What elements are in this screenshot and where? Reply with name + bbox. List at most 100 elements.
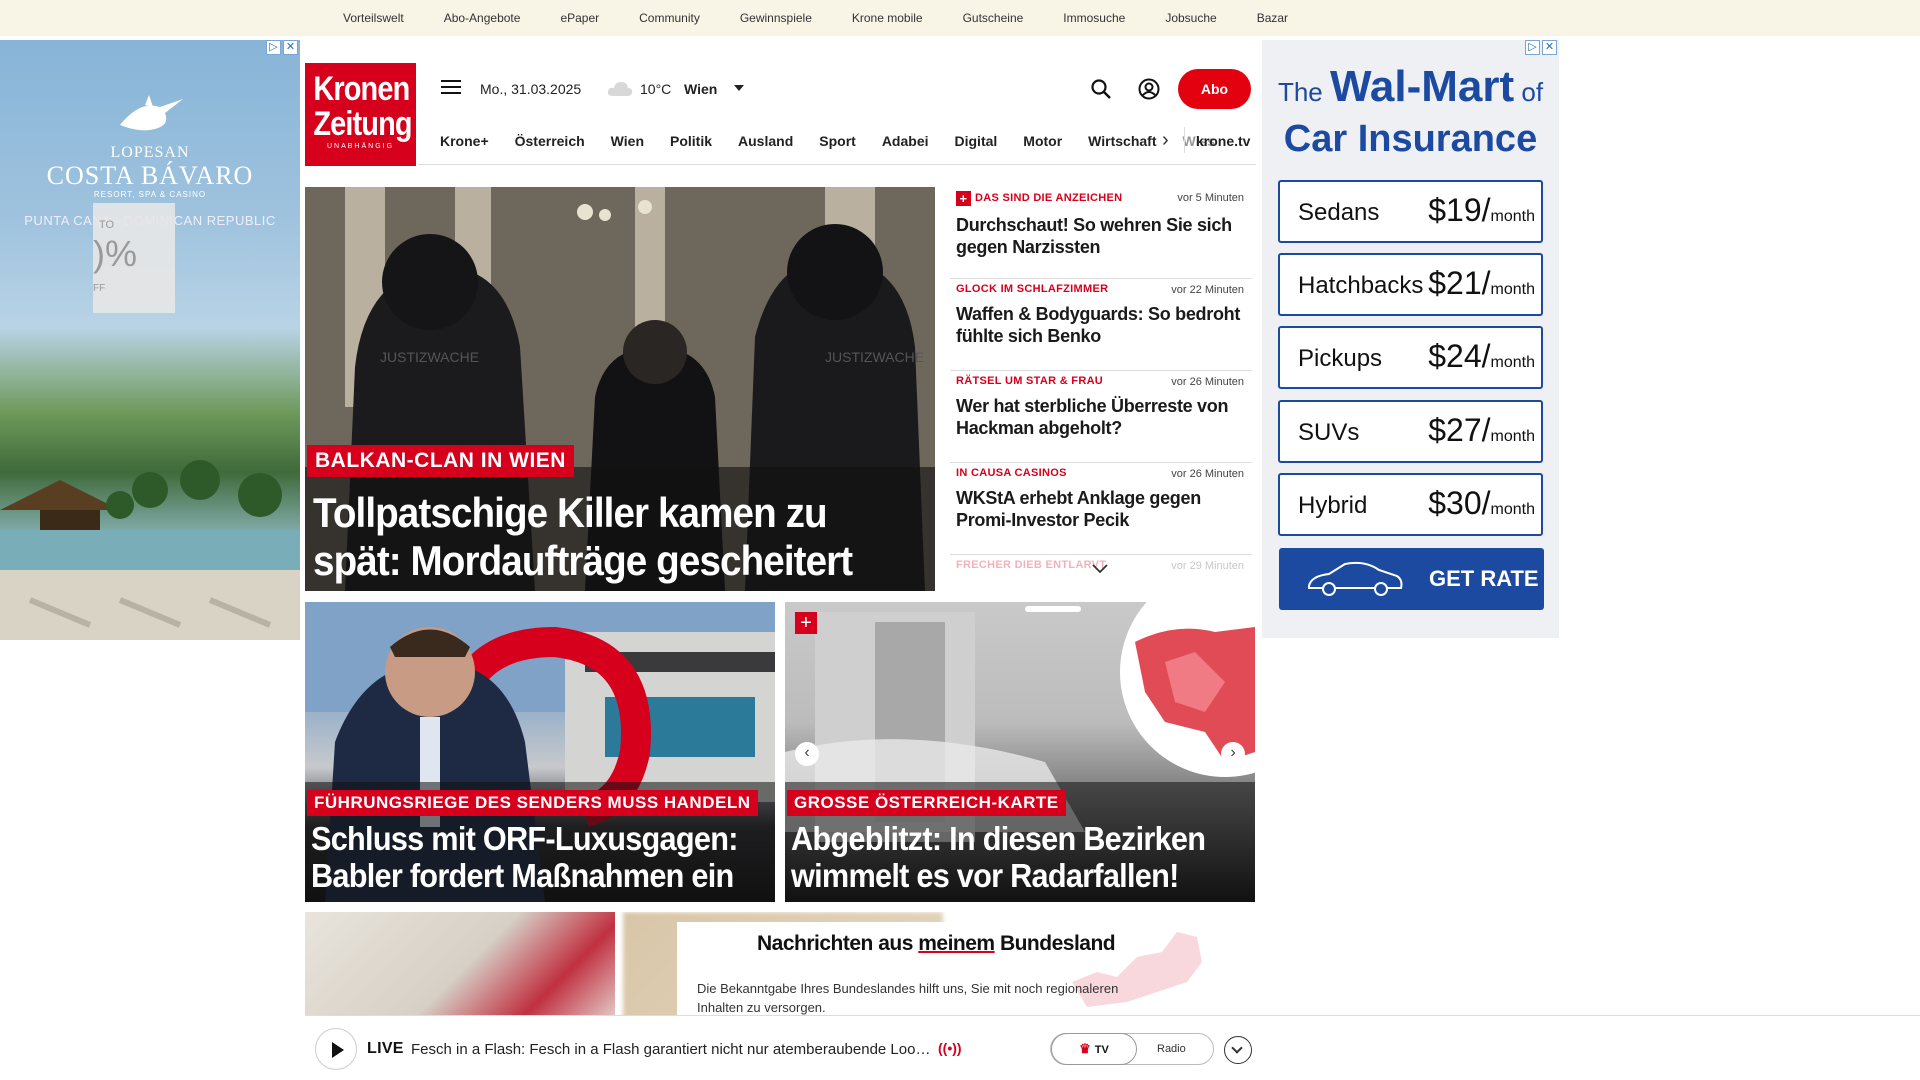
- service-link-gewinnspiele[interactable]: Gewinnspiele: [740, 11, 812, 25]
- nav-item-krone-tv[interactable]: krone.tv: [1196, 133, 1250, 149]
- news-time: vor 22 Minuten: [1171, 284, 1244, 296]
- play-button[interactable]: [315, 1028, 357, 1070]
- service-link-abo-angebote[interactable]: Abo-Angebote: [444, 11, 521, 25]
- nav-item-krone-plus[interactable]: Krone+: [440, 133, 489, 149]
- offer-box: TO )% FF: [93, 203, 175, 313]
- nav-item-motor[interactable]: Motor: [1023, 133, 1062, 149]
- live-player-bar: LIVE Fesch in a Flash: Fesch in a Flash …: [305, 1015, 1920, 1080]
- logo-line1: Kronen: [313, 70, 410, 108]
- service-link-jobsuche[interactable]: Jobsuche: [1165, 11, 1216, 25]
- nav-item-wirtschaft[interactable]: Wirtschaft: [1088, 133, 1156, 149]
- rate-sedans[interactable]: Sedans $19/month: [1278, 180, 1543, 243]
- tv-toggle-button[interactable]: ♛ TV: [1051, 1033, 1137, 1065]
- nav-item-politik[interactable]: Politik: [670, 133, 712, 149]
- ad-title-line2: Car Insurance: [1283, 118, 1538, 160]
- ad-info-icon[interactable]: ▷: [266, 40, 281, 55]
- hero-article[interactable]: JUSTIZWACHE JUSTIZWACHE BALKAN-CLAN IN W…: [305, 187, 935, 591]
- nav-item-oesterreich[interactable]: Österreich: [515, 133, 585, 149]
- news-time: vor 26 Minuten: [1171, 468, 1244, 480]
- nav-item-ausland[interactable]: Ausland: [738, 133, 793, 149]
- ad-left-resort[interactable]: ▷ ✕ LOPESAN COSTA BÁVARO RESORT, SPA & C…: [0, 40, 300, 640]
- service-link-community[interactable]: Community: [639, 11, 700, 25]
- ad-close-icon[interactable]: ✕: [283, 40, 298, 55]
- rate-hatchbacks[interactable]: Hatchbacks $21/month: [1278, 253, 1543, 316]
- nav-item-digital[interactable]: Digital: [955, 133, 998, 149]
- resort-image: [0, 460, 300, 640]
- live-program-text[interactable]: Fesch in a Flash: Fesch in a Flash garan…: [411, 1041, 931, 1058]
- rate-price: $24/month: [1428, 338, 1535, 374]
- radio-toggle-button[interactable]: Radio: [1157, 1034, 1186, 1064]
- offer-main: )%: [93, 233, 137, 274]
- service-link-epaper[interactable]: ePaper: [560, 11, 599, 25]
- news-time: vor 26 Minuten: [1171, 376, 1244, 388]
- news-item[interactable]: + DAS SIND DIE ANZEICHEN vor 5 Minuten Du…: [950, 187, 1252, 279]
- get-rate-label: GET RATE: [1429, 566, 1539, 591]
- service-link-bazar[interactable]: Bazar: [1257, 11, 1288, 25]
- city-selector[interactable]: Wien: [684, 81, 717, 97]
- rate-hybrid[interactable]: Hybrid $30/month: [1278, 473, 1543, 536]
- nav-item-adabei[interactable]: Adabei: [882, 133, 929, 149]
- rate-type: Pickups: [1298, 345, 1383, 372]
- rate-type: SUVs: [1298, 419, 1360, 446]
- cloud-icon: [607, 80, 633, 103]
- svg-text:JUSTIZWACHE: JUSTIZWACHE: [825, 349, 924, 365]
- nav-item-sport[interactable]: Sport: [819, 133, 856, 149]
- play-icon: [332, 1042, 344, 1058]
- news-time: vor 29 Minuten: [1171, 560, 1244, 572]
- news-item[interactable]: IN CAUSA CASINOS vor 26 Minuten WKStA er…: [950, 463, 1252, 555]
- user-account-icon[interactable]: [1138, 78, 1160, 105]
- ad-info-icon[interactable]: ▷: [1525, 40, 1540, 55]
- service-link-gutscheine[interactable]: Gutscheine: [963, 11, 1024, 25]
- search-icon[interactable]: [1090, 78, 1112, 105]
- teaser-headline: Abgeblitzt: In diesen Bezirken wimmelt e…: [791, 820, 1206, 894]
- rate-price: $19/month: [1428, 192, 1535, 228]
- news-item[interactable]: GLOCK IM SCHLAFZIMMER vor 22 Minuten Waf…: [950, 279, 1252, 371]
- teaser-orf[interactable]: FÜHRUNGSRIEGE DES SENDERS MUSS HANDELN S…: [305, 602, 775, 902]
- abo-button[interactable]: Abo: [1178, 69, 1251, 109]
- rate-price: $27/month: [1428, 412, 1535, 448]
- svg-text:JUSTIZWACHE: JUSTIZWACHE: [380, 349, 479, 365]
- main-navigation: Krone+ Österreich Wien Politik Ausland S…: [418, 117, 1256, 165]
- hero-headline: Tollpatschige Killer kamen zu spät: Mord…: [313, 489, 853, 584]
- teaser-image[interactable]: [305, 912, 615, 1032]
- nav-item-wien[interactable]: Wien: [611, 133, 644, 149]
- service-link-vorteilswelt[interactable]: Vorteilswelt: [343, 11, 404, 25]
- brand-sub: RESORT, SPA & CASINO: [93, 190, 207, 199]
- service-link-immosuche[interactable]: Immosuche: [1063, 11, 1125, 25]
- service-links: Vorteilswelt Abo-Angebote ePaper Communi…: [343, 11, 1328, 25]
- ad-title: The Wal-Mart of: [1262, 62, 1559, 112]
- rate-suvs[interactable]: SUVs $27/month: [1278, 400, 1543, 463]
- nav-scroll-right-icon[interactable]: ›: [1162, 129, 1169, 152]
- offer-bottom: FF: [93, 283, 106, 294]
- tv-radio-toggle: ♛ TV Radio: [1050, 1033, 1214, 1065]
- gallery-prev-icon[interactable]: ‹: [795, 742, 819, 766]
- teaser-headline: Schluss mit ORF-Luxusgagen: Babler forde…: [311, 820, 738, 894]
- menu-icon[interactable]: [441, 80, 461, 96]
- logo-line2: Zeitung: [313, 105, 412, 143]
- brand-top: LOPESAN: [110, 144, 190, 161]
- expand-player-icon[interactable]: [1224, 1036, 1252, 1064]
- prompt-title: Nachrichten aus meinem Bundesland: [757, 932, 1116, 955]
- rate-pickups[interactable]: Pickups $24/month: [1278, 326, 1543, 389]
- ad-choices-badge[interactable]: ▷ ✕: [266, 40, 298, 55]
- teaser-radarfallen[interactable]: + ‹ › GROSSE ÖSTERREICH-KARTE Abgeblitzt…: [785, 602, 1255, 902]
- get-rate-button[interactable]: GET RATE: [1279, 548, 1544, 610]
- news-time: vor 5 Minuten: [1177, 192, 1244, 204]
- crown-icon: ♛: [1079, 1041, 1091, 1056]
- news-item[interactable]: RÄTSEL UM STAR & FRAU vor 26 Minuten Wer…: [950, 371, 1252, 463]
- ad-choices-badge[interactable]: ▷ ✕: [1525, 40, 1557, 55]
- ad-right-insurance[interactable]: ▷ ✕ The Wal-Mart of Car Insurance Sedans…: [1262, 40, 1559, 638]
- rate-price: $21/month: [1428, 265, 1535, 301]
- service-bar: Vorteilswelt Abo-Angebote ePaper Communi…: [0, 0, 1920, 36]
- service-link-krone-mobile[interactable]: Krone mobile: [852, 11, 923, 25]
- news-headline: Durchschaut! So wehren Sie sich gegen Na…: [956, 215, 1232, 257]
- gallery-indicator: [1025, 606, 1081, 612]
- chevron-down-icon[interactable]: [734, 85, 744, 91]
- kronen-zeitung-logo[interactable]: Kronen Zeitung UNABHÄNGIG: [305, 63, 416, 166]
- current-date: Mo., 31.03.2025: [480, 81, 582, 97]
- gallery-next-icon[interactable]: ›: [1221, 742, 1245, 766]
- offer-top: TO: [99, 219, 115, 231]
- chevron-down-icon[interactable]: [1090, 562, 1110, 579]
- krone-plus-icon: +: [956, 191, 971, 206]
- ad-close-icon[interactable]: ✕: [1542, 40, 1557, 55]
